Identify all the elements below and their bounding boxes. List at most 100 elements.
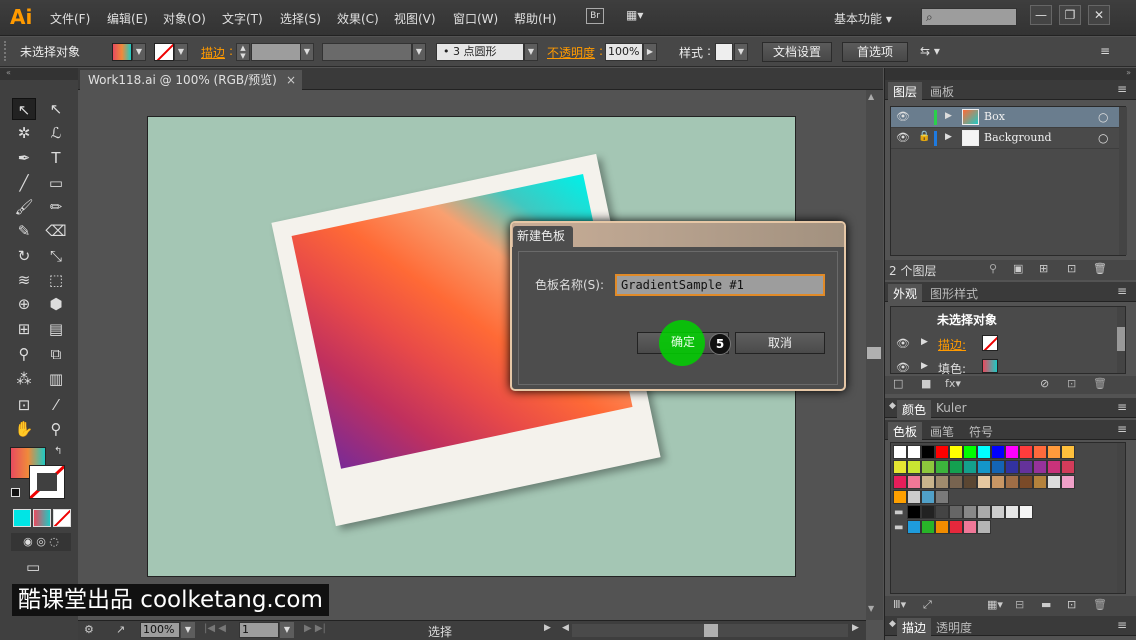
rotate-tool-icon[interactable]: ↻: [12, 245, 36, 267]
swatch[interactable]: [935, 520, 949, 534]
place-swatch-icon[interactable]: ⤢: [923, 598, 932, 612]
swatch[interactable]: [1061, 445, 1075, 459]
swatch-options-icon[interactable]: ⊟: [1015, 598, 1024, 611]
swatch[interactable]: [893, 490, 907, 504]
arrange-icon[interactable]: ⇆ ▾: [920, 44, 940, 58]
stroke-weight-dropdown[interactable]: ▼: [300, 43, 314, 61]
rectangle-tool-icon[interactable]: ▭: [44, 172, 68, 194]
swatch[interactable]: [921, 520, 935, 534]
swatch[interactable]: [907, 475, 921, 489]
opacity-label[interactable]: 不透明度: [547, 44, 595, 61]
minimize-button[interactable]: —: [1030, 5, 1052, 25]
tab-appearance[interactable]: 外观: [888, 284, 923, 303]
scroll-right-icon[interactable]: ▶: [852, 623, 859, 633]
gradient-mode-icon[interactable]: [33, 509, 51, 527]
color-menu-icon[interactable]: ≡: [1117, 400, 1127, 414]
swatch[interactable]: [935, 475, 949, 489]
swatch[interactable]: [949, 460, 963, 474]
tab-kuler[interactable]: Kuler: [931, 400, 972, 416]
layer-row-box[interactable]: 👁 ▶ Box ○: [891, 107, 1125, 128]
panel-options-icon[interactable]: ◆: [889, 401, 896, 411]
artboard-dropdown[interactable]: ▼: [280, 622, 294, 638]
scale-tool-icon[interactable]: ⤡: [44, 245, 68, 267]
new-color-group-icon[interactable]: ▬: [1041, 598, 1051, 611]
horizontal-scrollbar[interactable]: [572, 624, 848, 637]
status-menu-icon[interactable]: ▶: [544, 623, 551, 633]
eraser-tool-icon[interactable]: ⌫: [44, 220, 68, 242]
brush-dropdown[interactable]: ▼: [524, 43, 538, 61]
zoom-tool-icon[interactable]: ⚲: [44, 418, 68, 440]
show-kinds-icon[interactable]: ▦▾: [987, 598, 1003, 611]
swatch[interactable]: [1033, 445, 1047, 459]
swatch[interactable]: [907, 490, 921, 504]
target-circle-icon[interactable]: ○: [1098, 110, 1108, 124]
appearance-stroke-label[interactable]: 描边:: [938, 336, 966, 353]
swatch[interactable]: [977, 505, 991, 519]
expand-arrow-icon[interactable]: ▶: [945, 111, 952, 121]
layer-name[interactable]: Box: [984, 110, 1005, 123]
tab-layers[interactable]: 图层: [888, 82, 923, 101]
clipping-mask-icon[interactable]: ▣: [1013, 262, 1023, 275]
type-tool-icon[interactable]: T: [44, 147, 68, 169]
layers-scrollbar[interactable]: [1119, 107, 1127, 255]
appearance-scrollbar[interactable]: [1117, 307, 1125, 373]
line-tool-icon[interactable]: ╱: [12, 172, 36, 194]
swap-colors-icon[interactable]: ↰: [54, 446, 62, 457]
dock-collapse-icon[interactable]: »: [885, 68, 1136, 80]
swatch[interactable]: [1019, 460, 1033, 474]
delete-layer-icon[interactable]: 🗑: [1093, 262, 1107, 275]
delete-item-icon[interactable]: 🗑: [1093, 377, 1107, 390]
swatch[interactable]: [893, 460, 907, 474]
tab-brushes[interactable]: 画笔: [925, 422, 959, 441]
style-swatch[interactable]: [715, 43, 733, 61]
menu-view[interactable]: 视图(V): [394, 10, 436, 27]
fx-icon[interactable]: fx▾: [945, 377, 961, 390]
expand-arrow-icon[interactable]: ▶: [921, 337, 928, 347]
swatch[interactable]: [949, 445, 963, 459]
direct-selection-tool-icon[interactable]: ↖: [44, 98, 68, 120]
expand-arrow-icon[interactable]: ▶: [945, 132, 952, 142]
tab-color[interactable]: 颜色: [897, 400, 932, 419]
swatch[interactable]: [1019, 505, 1033, 519]
horizontal-scroll-thumb[interactable]: [704, 624, 718, 637]
swatch[interactable]: [977, 445, 991, 459]
swatch[interactable]: [949, 505, 963, 519]
new-sublayer-icon[interactable]: ⊞: [1039, 262, 1048, 275]
swatch[interactable]: [1033, 475, 1047, 489]
tab-graphic-styles[interactable]: 图形样式: [925, 284, 983, 303]
hand-tool-icon[interactable]: ✋: [12, 418, 36, 440]
opacity-dropdown[interactable]: ▶: [643, 43, 657, 61]
add-fill-icon[interactable]: ■: [921, 377, 931, 390]
tab-artboards[interactable]: 画板: [925, 82, 959, 101]
preferences-button[interactable]: 首选项: [842, 42, 908, 62]
swatch[interactable]: [963, 520, 977, 534]
panel-options-icon[interactable]: ◆: [889, 619, 896, 629]
fill-dropdown[interactable]: ▼: [132, 43, 146, 61]
brush-definition[interactable]: • 3 点圆形: [436, 43, 524, 61]
tab-stroke[interactable]: 描边: [897, 618, 932, 637]
swatches-menu-icon[interactable]: ≡: [1117, 422, 1127, 436]
stroke-menu-icon[interactable]: ≡: [1117, 618, 1127, 632]
swatch[interactable]: [935, 505, 949, 519]
tab-symbols[interactable]: 符号: [964, 422, 998, 441]
swatch[interactable]: [1033, 460, 1047, 474]
layer-name[interactable]: Background: [984, 131, 1052, 144]
expand-arrow-icon[interactable]: ▶: [921, 361, 928, 371]
swatch[interactable]: [949, 475, 963, 489]
document-tab[interactable]: Work118.ai @ 100% (RGB/预览) ×: [80, 70, 302, 90]
lock-icon[interactable]: 🔒: [918, 131, 930, 142]
collapse-tools-icon[interactable]: «: [0, 68, 78, 80]
visibility-eye-icon[interactable]: 👁: [896, 110, 910, 123]
swatch[interactable]: [921, 475, 935, 489]
maximize-button[interactable]: ❐: [1059, 5, 1081, 25]
swatch[interactable]: [921, 445, 935, 459]
tab-transparency[interactable]: 透明度: [931, 618, 977, 637]
layers-menu-icon[interactable]: ≡: [1117, 82, 1127, 96]
swatch[interactable]: [991, 460, 1005, 474]
swatch[interactable]: [907, 460, 921, 474]
close-button[interactable]: ✕: [1088, 5, 1110, 25]
appearance-stroke-swatch[interactable]: [982, 335, 998, 351]
swatch[interactable]: [1005, 460, 1019, 474]
none-mode-icon[interactable]: [53, 509, 71, 527]
artboard-number-field[interactable]: 1: [239, 622, 279, 638]
